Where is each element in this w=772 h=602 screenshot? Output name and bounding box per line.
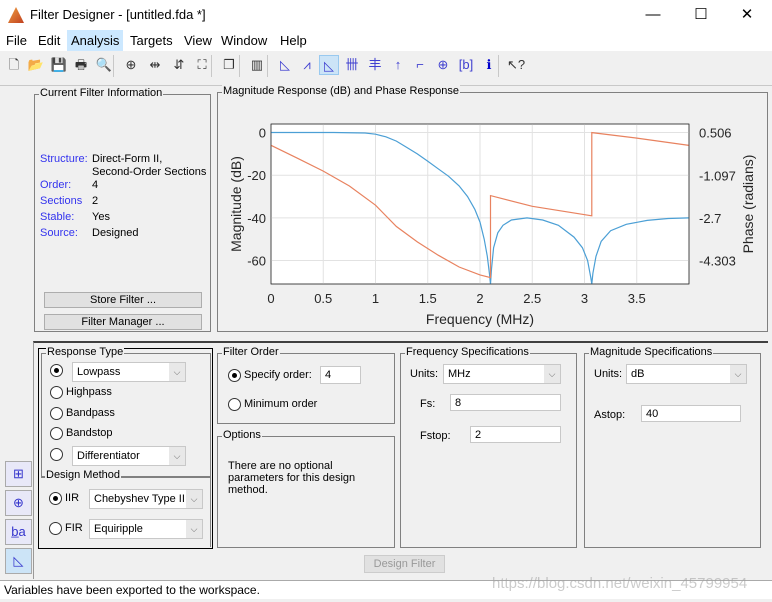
dropdown-value: Chebyshev Type II (94, 493, 185, 505)
other-response-radio[interactable] (50, 448, 63, 461)
x-tick-label: 2.5 (523, 291, 541, 306)
x-tick-label: 0.5 (314, 291, 332, 306)
iir-radio[interactable] (49, 492, 62, 505)
dropdown-value: MHz (448, 368, 471, 380)
options-text: There are no optional parameters for thi… (228, 460, 356, 496)
group-title: Options (222, 429, 262, 441)
options-group: Options There are no optional parameters… (217, 429, 395, 548)
x-tick-label: 1.5 (419, 291, 437, 306)
magnitude-phase-chart: 0 0.5 1 1.5 2 2.5 3 3.5 0 -20 -40 -60 0.506 -1.097 -2.… (228, 123, 756, 327)
transform-filter-icon[interactable]: ⊞ (5, 461, 32, 487)
specify-order-radio[interactable] (228, 369, 241, 382)
x-tick-label: 1 (372, 291, 379, 306)
fir-radio[interactable] (49, 522, 62, 535)
chevron-down-icon: ⌵ (730, 365, 746, 383)
import-filter-icon[interactable]: b̲a (5, 519, 32, 545)
design-method-group: Design Method IIR Chebyshev Type II ⌵ FIR… (41, 469, 211, 547)
lowpass-dropdown[interactable]: Lowpass ⌵ (72, 362, 186, 382)
chevron-down-icon: ⌵ (169, 363, 185, 381)
fir-type-dropdown[interactable]: Equiripple ⌵ (89, 519, 203, 539)
dropdown-value: Equiripple (94, 523, 143, 535)
group-title: Frequency Specifications (405, 346, 530, 358)
y2-tick-label: -2.7 (699, 211, 721, 226)
y2-axis-label: Phase (radians) (740, 155, 756, 254)
filter-order-group: Filter Order Specify order: 4 Minimum or… (217, 346, 395, 424)
frequency-units-dropdown[interactable]: MHz ⌵ (443, 364, 561, 384)
fir-label: FIR (65, 522, 83, 534)
x-axis-label: Frequency (MHz) (426, 311, 534, 327)
bandpass-label: Bandpass (66, 407, 115, 419)
y2-tick-label: -4.303 (699, 254, 736, 269)
other-response-dropdown[interactable]: Differentiator ⌵ (72, 446, 186, 466)
group-title: Response Type (46, 346, 125, 358)
units-label: Units: (594, 368, 623, 380)
group-title: Filter Order (222, 346, 280, 358)
y-axis-label: Magnitude (dB) (228, 156, 244, 252)
response-type-group: Response Type Lowpass ⌵ Highpass Bandpass… (41, 346, 211, 478)
highpass-label: Highpass (66, 386, 112, 398)
y-tick-label: -20 (247, 168, 266, 183)
units-label: Units: (410, 368, 439, 380)
frequency-specifications-group: Frequency Specifications Units: MHz ⌵ Fs:… (400, 346, 577, 548)
dropdown-value: dB (631, 368, 645, 380)
iir-label: IIR (65, 492, 80, 504)
fs-input[interactable]: 8 (450, 394, 561, 411)
dropdown-value: Lowpass (77, 366, 121, 378)
lowpass-radio[interactable] (50, 364, 63, 377)
chevron-down-icon: ⌵ (169, 447, 185, 465)
minimum-order-label: Minimum order (244, 398, 318, 410)
watermark: https://blog.csdn.net/weixin_45799954 (492, 575, 748, 592)
group-title: Magnitude Specifications (589, 346, 714, 358)
magnitude-units-dropdown[interactable]: dB ⌵ (626, 364, 747, 384)
astop-label: Astop: (594, 409, 626, 421)
order-input[interactable]: 4 (320, 366, 361, 384)
x-tick-label: 0 (267, 291, 274, 306)
chevron-down-icon: ⌵ (186, 520, 202, 538)
iir-type-dropdown[interactable]: Chebyshev Type II ⌵ (89, 489, 203, 509)
fs-label: Fs: (420, 398, 436, 410)
bandstop-radio[interactable] (50, 427, 63, 440)
y2-tick-label: -1.097 (699, 168, 736, 183)
y-tick-label: -60 (247, 254, 266, 269)
x-tick-label: 2 (476, 291, 483, 306)
specify-order-label: Specify order: (244, 369, 312, 381)
minimum-order-radio[interactable] (228, 398, 241, 411)
fstop-label: Fstop: (420, 430, 451, 442)
highpass-radio[interactable] (50, 386, 63, 399)
pole-zero-editor-icon[interactable]: ⊕ (5, 490, 32, 516)
design-filter-button[interactable]: Design Filter (364, 555, 445, 573)
bandpass-radio[interactable] (50, 407, 63, 420)
x-tick-label: 3.5 (628, 291, 646, 306)
bandstop-label: Bandstop (66, 427, 113, 439)
fstop-input[interactable]: 2 (470, 426, 561, 443)
group-title: Design Method (45, 469, 121, 481)
design-filter-icon[interactable]: ◺ (5, 548, 32, 574)
magnitude-specifications-group: Magnitude Specifications Units: dB ⌵ Asto… (584, 346, 761, 548)
chevron-down-icon: ⌵ (186, 490, 202, 508)
chevron-down-icon: ⌵ (544, 365, 560, 383)
y-tick-label: 0 (259, 126, 266, 141)
y2-tick-label: 0.506 (699, 126, 732, 141)
astop-input[interactable]: 40 (641, 405, 741, 422)
x-tick-label: 3 (581, 291, 588, 306)
dropdown-value: Differentiator (77, 450, 140, 462)
y-tick-label: -40 (247, 211, 266, 226)
